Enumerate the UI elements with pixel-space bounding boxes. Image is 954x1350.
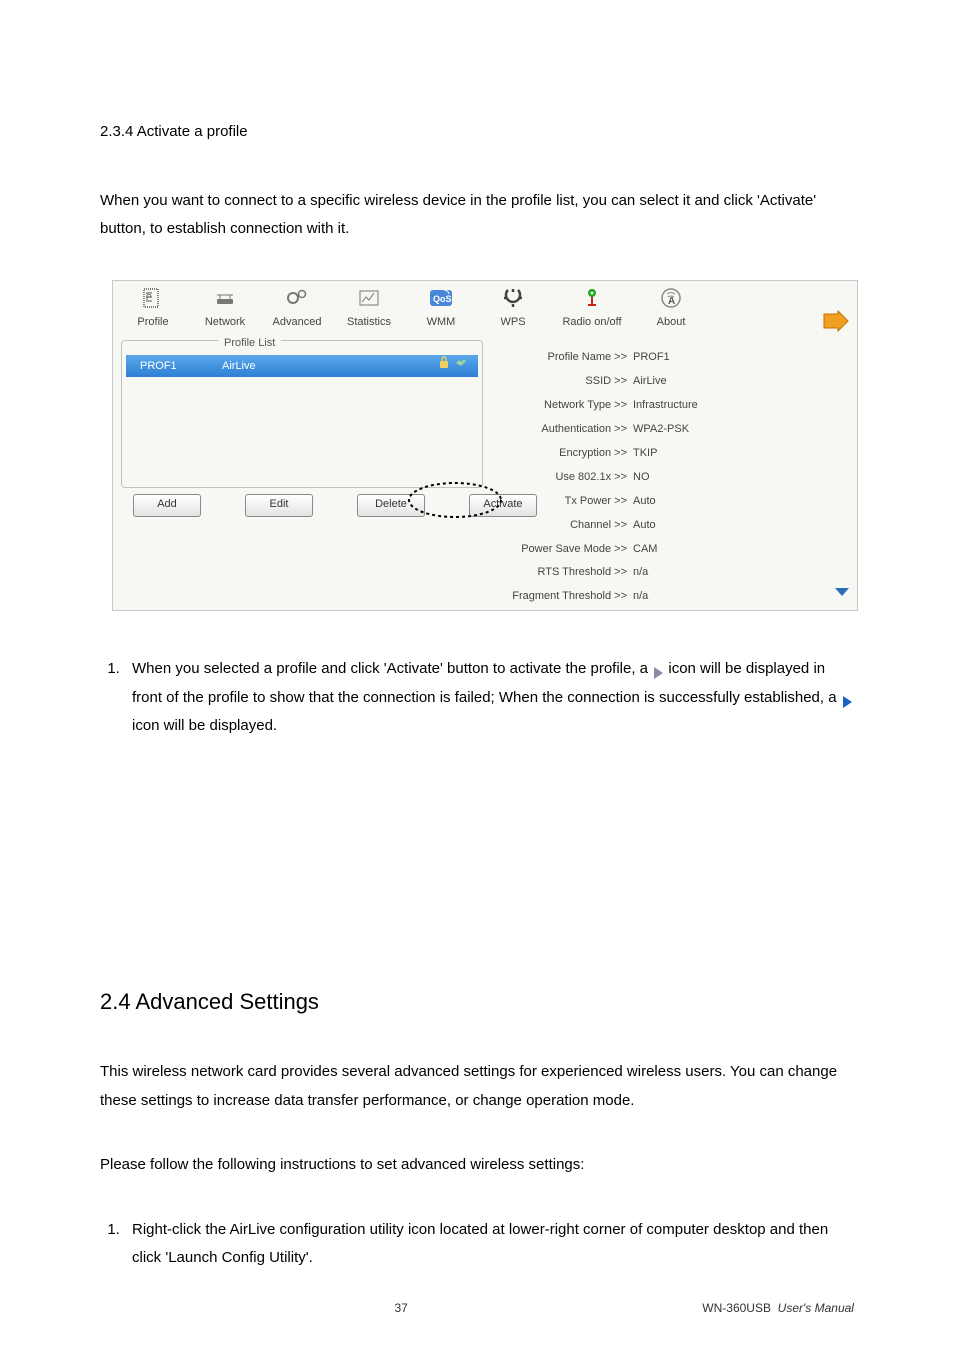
activate-button[interactable]: Activate [469, 494, 537, 517]
tab-about[interactable]: A About [635, 287, 707, 333]
detail-value: Infrastructure [627, 395, 698, 416]
detail-key: Profile Name >> [501, 347, 627, 368]
paragraph: Please follow the following instructions… [100, 1151, 854, 1180]
profile-ssid-cell: AirLive [222, 356, 438, 377]
profile-name-cell: PROF1 [126, 356, 222, 377]
detail-value: AirLive [627, 371, 667, 392]
profile-icon: P [117, 287, 189, 309]
detail-value: TKIP [627, 443, 657, 464]
tab-network[interactable]: Network [189, 287, 261, 333]
tab-label: Network [189, 312, 261, 333]
list-text: Right-click the AirLive configuration ut… [132, 1221, 828, 1267]
detail-value: NO [627, 467, 650, 488]
svg-text:A: A [668, 296, 675, 307]
profile-detail-pane: Profile Name >>PROF1 SSID >>AirLive Netw… [491, 338, 857, 610]
app-screenshot: P Profile Network Advanced Sta [112, 280, 858, 612]
radio-icon [549, 287, 635, 309]
detail-key: Power Save Mode >> [501, 539, 627, 560]
edit-button[interactable]: Edit [245, 494, 313, 517]
list-item: When you selected a profile and click 'A… [124, 655, 854, 741]
tab-label: Advanced [261, 312, 333, 333]
network-icon [189, 287, 261, 309]
detail-value: CAM [627, 539, 657, 560]
detail-key: Authentication >> [501, 419, 627, 440]
add-button[interactable]: Add [133, 494, 201, 517]
page-footer: 37 WN-360USB User's Manual [100, 1297, 854, 1320]
paragraph: This wireless network card provides seve… [100, 1058, 854, 1115]
detail-value: n/a [627, 586, 648, 607]
tab-label: Profile [117, 312, 189, 333]
tab-label: About [635, 312, 707, 333]
tab-statistics[interactable]: Statistics [333, 287, 405, 333]
detail-key: Use 802.1x >> [501, 467, 627, 488]
section-title: 2.4 Advanced Settings [100, 981, 854, 1023]
tab-label: Radio on/off [549, 312, 635, 333]
tab-wmm[interactable]: QoS WMM [405, 287, 477, 333]
gear-icon [261, 287, 333, 309]
wps-icon [477, 287, 549, 309]
page-number: 37 [394, 1297, 407, 1320]
detail-key: SSID >> [501, 371, 627, 392]
lock-icon [438, 355, 450, 377]
tab-label: Statistics [333, 312, 405, 333]
profile-action-buttons: Add Edit Delete Activate [113, 488, 491, 525]
detail-key: Fragment Threshold >> [501, 586, 627, 607]
detail-value: WPA2-PSK [627, 419, 689, 440]
detail-key: RTS Threshold >> [501, 562, 627, 583]
arrow-gray-icon [652, 662, 664, 676]
detail-key: Network Type >> [501, 395, 627, 416]
svg-text:P: P [146, 293, 151, 302]
about-icon: A [635, 287, 707, 309]
expand-down-icon[interactable] [833, 585, 851, 606]
arrow-blue-icon [841, 691, 853, 705]
tab-radio[interactable]: Radio on/off [549, 287, 635, 333]
list-text: icon will be displayed. [132, 717, 277, 734]
tab-label: WPS [477, 312, 549, 333]
list-item: Right-click the AirLive configuration ut… [124, 1216, 854, 1273]
delete-button[interactable]: Delete [357, 494, 425, 517]
tab-wps[interactable]: WPS [477, 287, 549, 333]
list-text: When you selected a profile and click 'A… [132, 660, 652, 677]
profile-row-selected[interactable]: PROF1 AirLive [126, 355, 478, 377]
profile-list-group: Profile List PROF1 AirLive [121, 340, 483, 488]
detail-key: Channel >> [501, 515, 627, 536]
qos-icon: QoS [405, 287, 477, 309]
statistics-icon [333, 287, 405, 309]
toolbar-next-icon[interactable] [819, 310, 853, 332]
tab-profile[interactable]: P Profile [117, 287, 189, 333]
intro-paragraph: When you want to connect to a specific w… [100, 187, 854, 244]
detail-value: n/a [627, 562, 648, 583]
tab-label: WMM [405, 312, 477, 333]
subsection-title: 2.3.4 Activate a profile [100, 118, 854, 147]
tab-advanced[interactable]: Advanced [261, 287, 333, 333]
toolbar: P Profile Network Advanced Sta [113, 281, 857, 339]
detail-key: Encryption >> [501, 443, 627, 464]
handshake-icon [454, 355, 468, 377]
manual-label: WN-360USB User's Manual [702, 1297, 854, 1320]
svg-text:QoS: QoS [433, 294, 452, 304]
detail-value: Auto [627, 491, 656, 512]
detail-value: Auto [627, 515, 656, 536]
detail-value: PROF1 [627, 347, 670, 368]
profile-list-legend: Profile List [218, 333, 281, 354]
